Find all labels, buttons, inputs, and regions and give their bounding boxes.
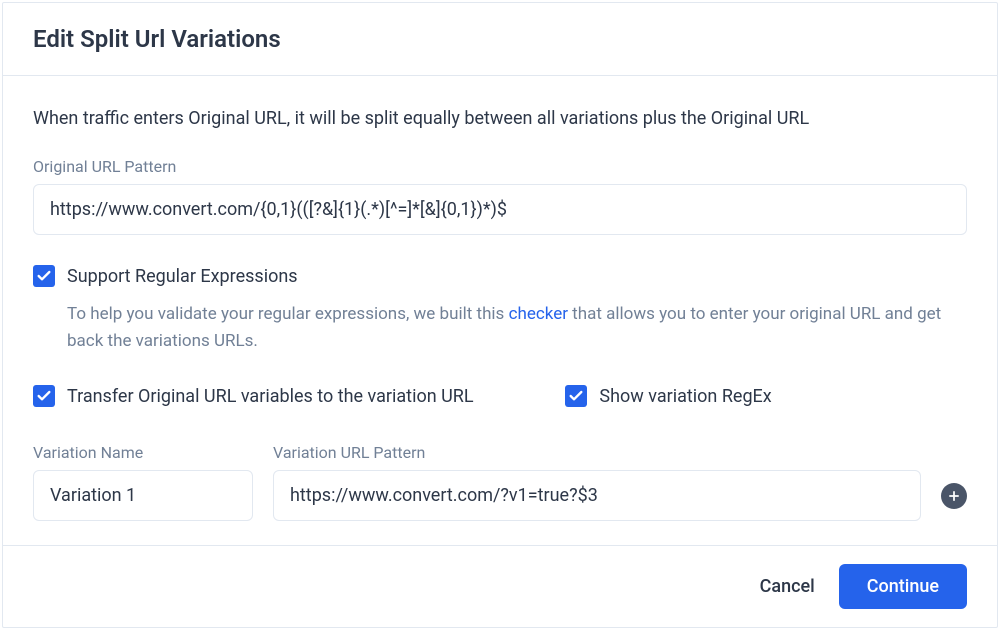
options-row: Transfer Original URL variables to the v… bbox=[33, 385, 967, 407]
checker-link[interactable]: checker bbox=[509, 304, 568, 324]
check-icon bbox=[36, 388, 52, 404]
regex-checkbox-label: Support Regular Expressions bbox=[67, 266, 298, 287]
description-text: When traffic enters Original URL, it wil… bbox=[33, 108, 967, 129]
original-url-input[interactable] bbox=[33, 184, 967, 235]
plus-icon bbox=[947, 489, 961, 503]
regex-checkbox[interactable] bbox=[33, 265, 55, 287]
variation-name-label: Variation Name bbox=[33, 443, 253, 462]
panel-body: When traffic enters Original URL, it wil… bbox=[3, 76, 997, 545]
variation-row: Variation Name Variation URL Pattern bbox=[33, 443, 967, 521]
check-icon bbox=[36, 268, 52, 284]
variation-name-input[interactable] bbox=[33, 470, 253, 521]
check-icon bbox=[568, 388, 584, 404]
helper-before: To help you validate your regular expres… bbox=[67, 304, 509, 324]
cancel-button[interactable]: Cancel bbox=[760, 576, 815, 597]
transfer-checkbox-label: Transfer Original URL variables to the v… bbox=[67, 386, 474, 407]
continue-button[interactable]: Continue bbox=[839, 564, 967, 609]
variation-url-col: Variation URL Pattern bbox=[273, 443, 921, 521]
original-url-label: Original URL Pattern bbox=[33, 157, 967, 176]
variation-url-label: Variation URL Pattern bbox=[273, 443, 921, 462]
panel-header: Edit Split Url Variations bbox=[3, 3, 997, 76]
panel-footer: Cancel Continue bbox=[3, 545, 997, 627]
transfer-checkbox[interactable] bbox=[33, 385, 55, 407]
regex-checkbox-row: Support Regular Expressions To help you … bbox=[33, 265, 967, 355]
transfer-checkbox-group: Transfer Original URL variables to the v… bbox=[33, 385, 565, 407]
original-url-field: Original URL Pattern bbox=[33, 157, 967, 235]
variation-url-input[interactable] bbox=[273, 470, 921, 521]
show-regex-checkbox-label: Show variation RegEx bbox=[599, 386, 771, 407]
regex-helper-text: To help you validate your regular expres… bbox=[67, 301, 967, 355]
add-variation-button[interactable] bbox=[941, 483, 967, 509]
show-regex-checkbox-group: Show variation RegEx bbox=[565, 385, 967, 407]
page-title: Edit Split Url Variations bbox=[33, 25, 967, 53]
add-button-col bbox=[941, 483, 967, 521]
variation-name-col: Variation Name bbox=[33, 443, 253, 521]
show-regex-checkbox[interactable] bbox=[565, 385, 587, 407]
split-url-panel: Edit Split Url Variations When traffic e… bbox=[2, 2, 998, 628]
